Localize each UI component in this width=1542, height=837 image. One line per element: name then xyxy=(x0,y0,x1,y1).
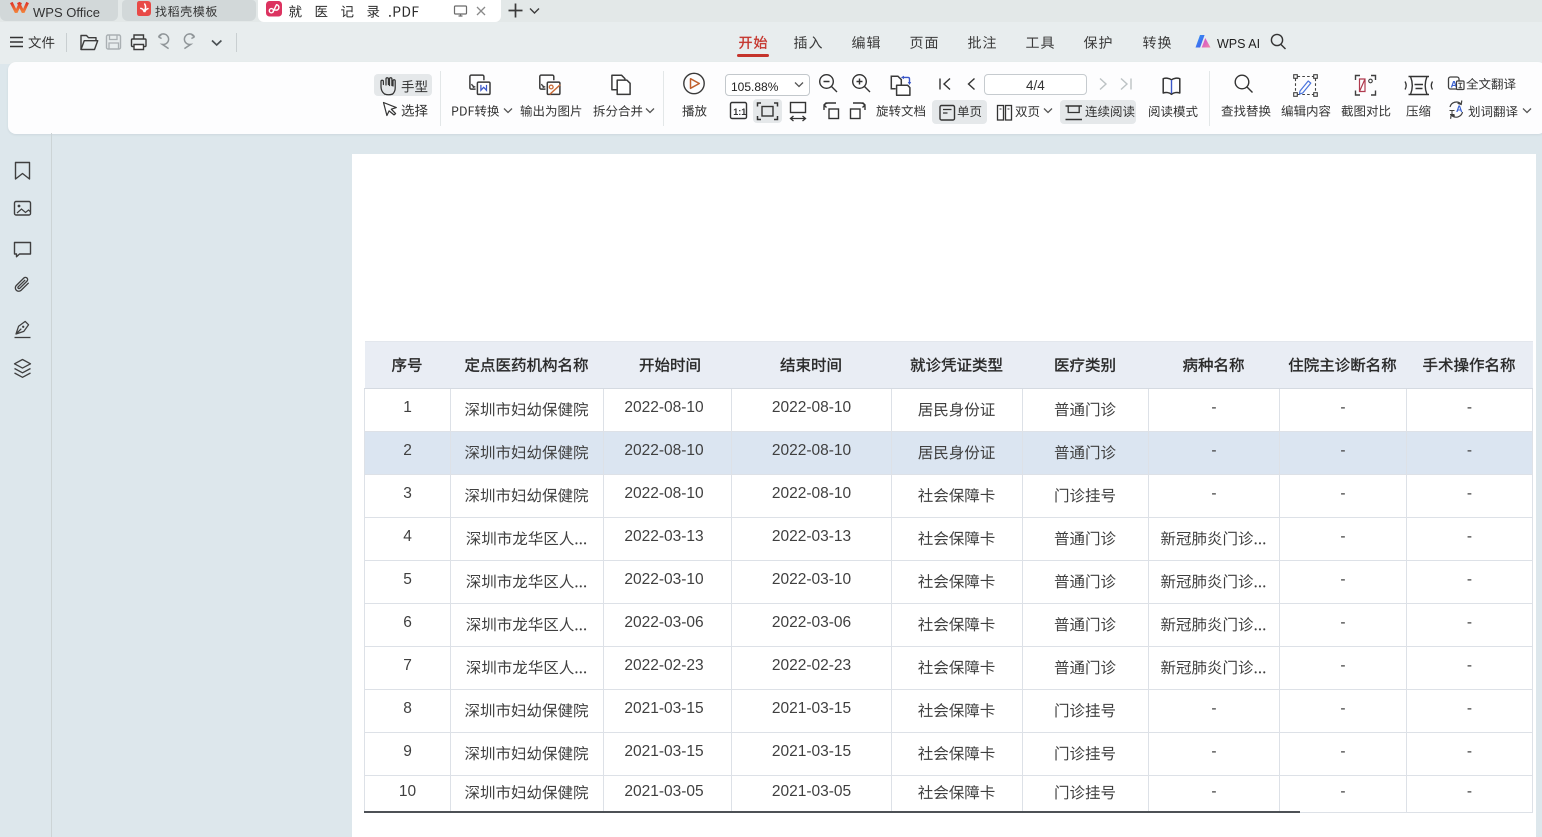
svg-text:A: A xyxy=(1456,104,1463,114)
svg-text:1:1: 1:1 xyxy=(733,107,746,117)
